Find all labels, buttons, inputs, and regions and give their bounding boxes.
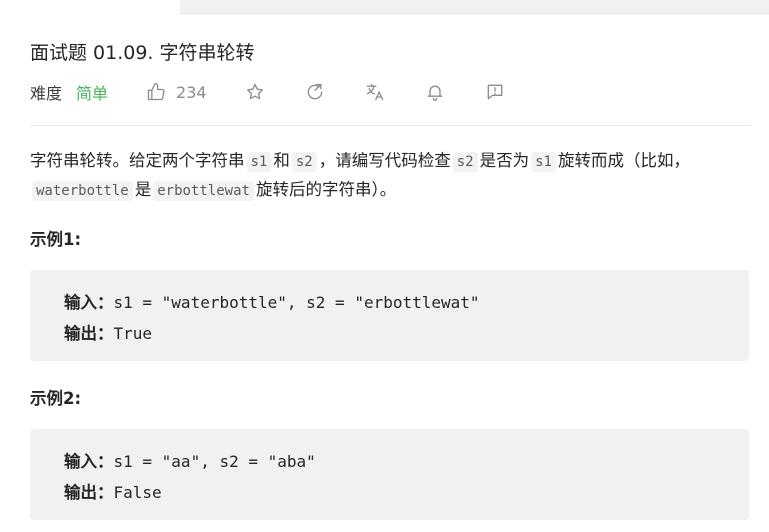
inline-code: waterbottle	[32, 181, 133, 201]
divider	[30, 125, 750, 126]
example-input-line: 输入：s1 = "waterbottle", s2 = "erbottlewat…	[64, 287, 749, 318]
output-label: 输出：	[64, 324, 114, 343]
problem-title: 面试题 01.09. 字符串轮转	[30, 42, 255, 64]
translate-button[interactable]	[365, 80, 385, 104]
notification-button[interactable]	[425, 80, 445, 104]
like-button[interactable]	[146, 80, 166, 104]
star-icon	[246, 83, 263, 100]
description-text: ，请编写代码检查	[318, 151, 451, 170]
inline-code: s2	[291, 152, 317, 172]
like-count: 234	[176, 82, 207, 102]
inline-code: s1	[246, 152, 272, 172]
inline-code: erbottlewat	[153, 181, 254, 201]
feedback-button[interactable]	[485, 80, 505, 104]
output-label: 输出：	[64, 483, 114, 502]
example-1-heading: 示例1:	[30, 230, 82, 249]
input-label: 输入：	[64, 293, 114, 312]
description-text: 旋转后的字符串）。	[255, 180, 397, 199]
inline-code: s2	[452, 152, 478, 172]
difficulty-label: 难度	[30, 84, 63, 103]
problem-page: 面试题 01.09. 字符串轮转 难度 简单 234 字符串轮转。给定两个字符串…	[0, 0, 769, 532]
description-text: 字符串轮转。给定两个字符串	[30, 151, 245, 170]
example-output-line: 输出：False	[64, 477, 749, 508]
description-text: 是否为	[479, 151, 530, 170]
inline-code: s1	[531, 152, 556, 172]
share-button[interactable]	[305, 80, 325, 104]
description-text: 旋转而成（比如，	[557, 151, 690, 170]
share-icon	[307, 83, 322, 100]
input-label: 输入：	[64, 452, 114, 471]
bell-icon	[427, 85, 442, 101]
favorite-button[interactable]	[245, 80, 265, 104]
description-text: 和	[273, 151, 290, 170]
example-output-line: 输出：True	[64, 318, 749, 349]
difficulty-badge: 简单	[76, 84, 109, 103]
thumbs-up-icon	[147, 83, 165, 101]
problem-description: 字符串轮转。给定两个字符串 s1 和 s2 ，请编写代码检查 s2 是否为 s1 旋转而成（比如…	[30, 147, 755, 205]
translate-icon	[366, 83, 383, 101]
top-tab-strip	[180, 0, 769, 14]
problem-meta-bar: 难度 简单 234	[30, 78, 505, 106]
output-value: False	[113, 483, 162, 502]
feedback-icon	[487, 84, 502, 100]
output-value: True	[113, 324, 153, 343]
example-2-block: 输入：s1 = "aa", s2 = "aba" 输出：False	[30, 429, 749, 520]
input-value: s1 = "waterbottle", s2 = "erbottlewat"	[113, 293, 480, 312]
example-1-block: 输入：s1 = "waterbottle", s2 = "erbottlewat…	[30, 270, 749, 361]
example-input-line: 输入：s1 = "aa", s2 = "aba"	[64, 446, 749, 477]
description-text: 是	[134, 180, 152, 199]
example-2-heading: 示例2:	[30, 389, 82, 408]
input-value: s1 = "aa", s2 = "aba"	[113, 452, 316, 471]
